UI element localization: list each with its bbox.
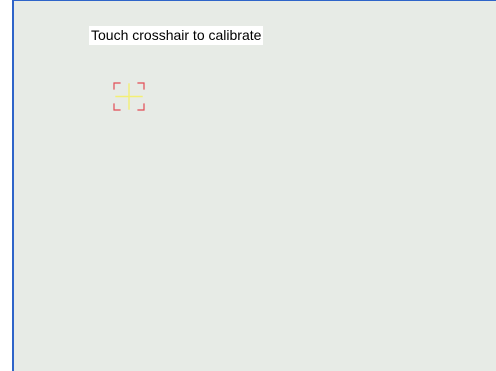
top-right-bracket [137, 82, 145, 90]
top-left-bracket [113, 82, 121, 90]
bottom-left-bracket [113, 103, 121, 111]
calibration-instruction: Touch crosshair to calibrate [89, 26, 264, 45]
calibration-target[interactable] [113, 82, 145, 111]
touch-calibration-screen[interactable]: Touch crosshair to calibrate [12, 0, 496, 371]
bottom-right-bracket [137, 103, 145, 111]
crosshair-lines [115, 83, 143, 110]
calibration-crosshair-icon [113, 82, 145, 111]
